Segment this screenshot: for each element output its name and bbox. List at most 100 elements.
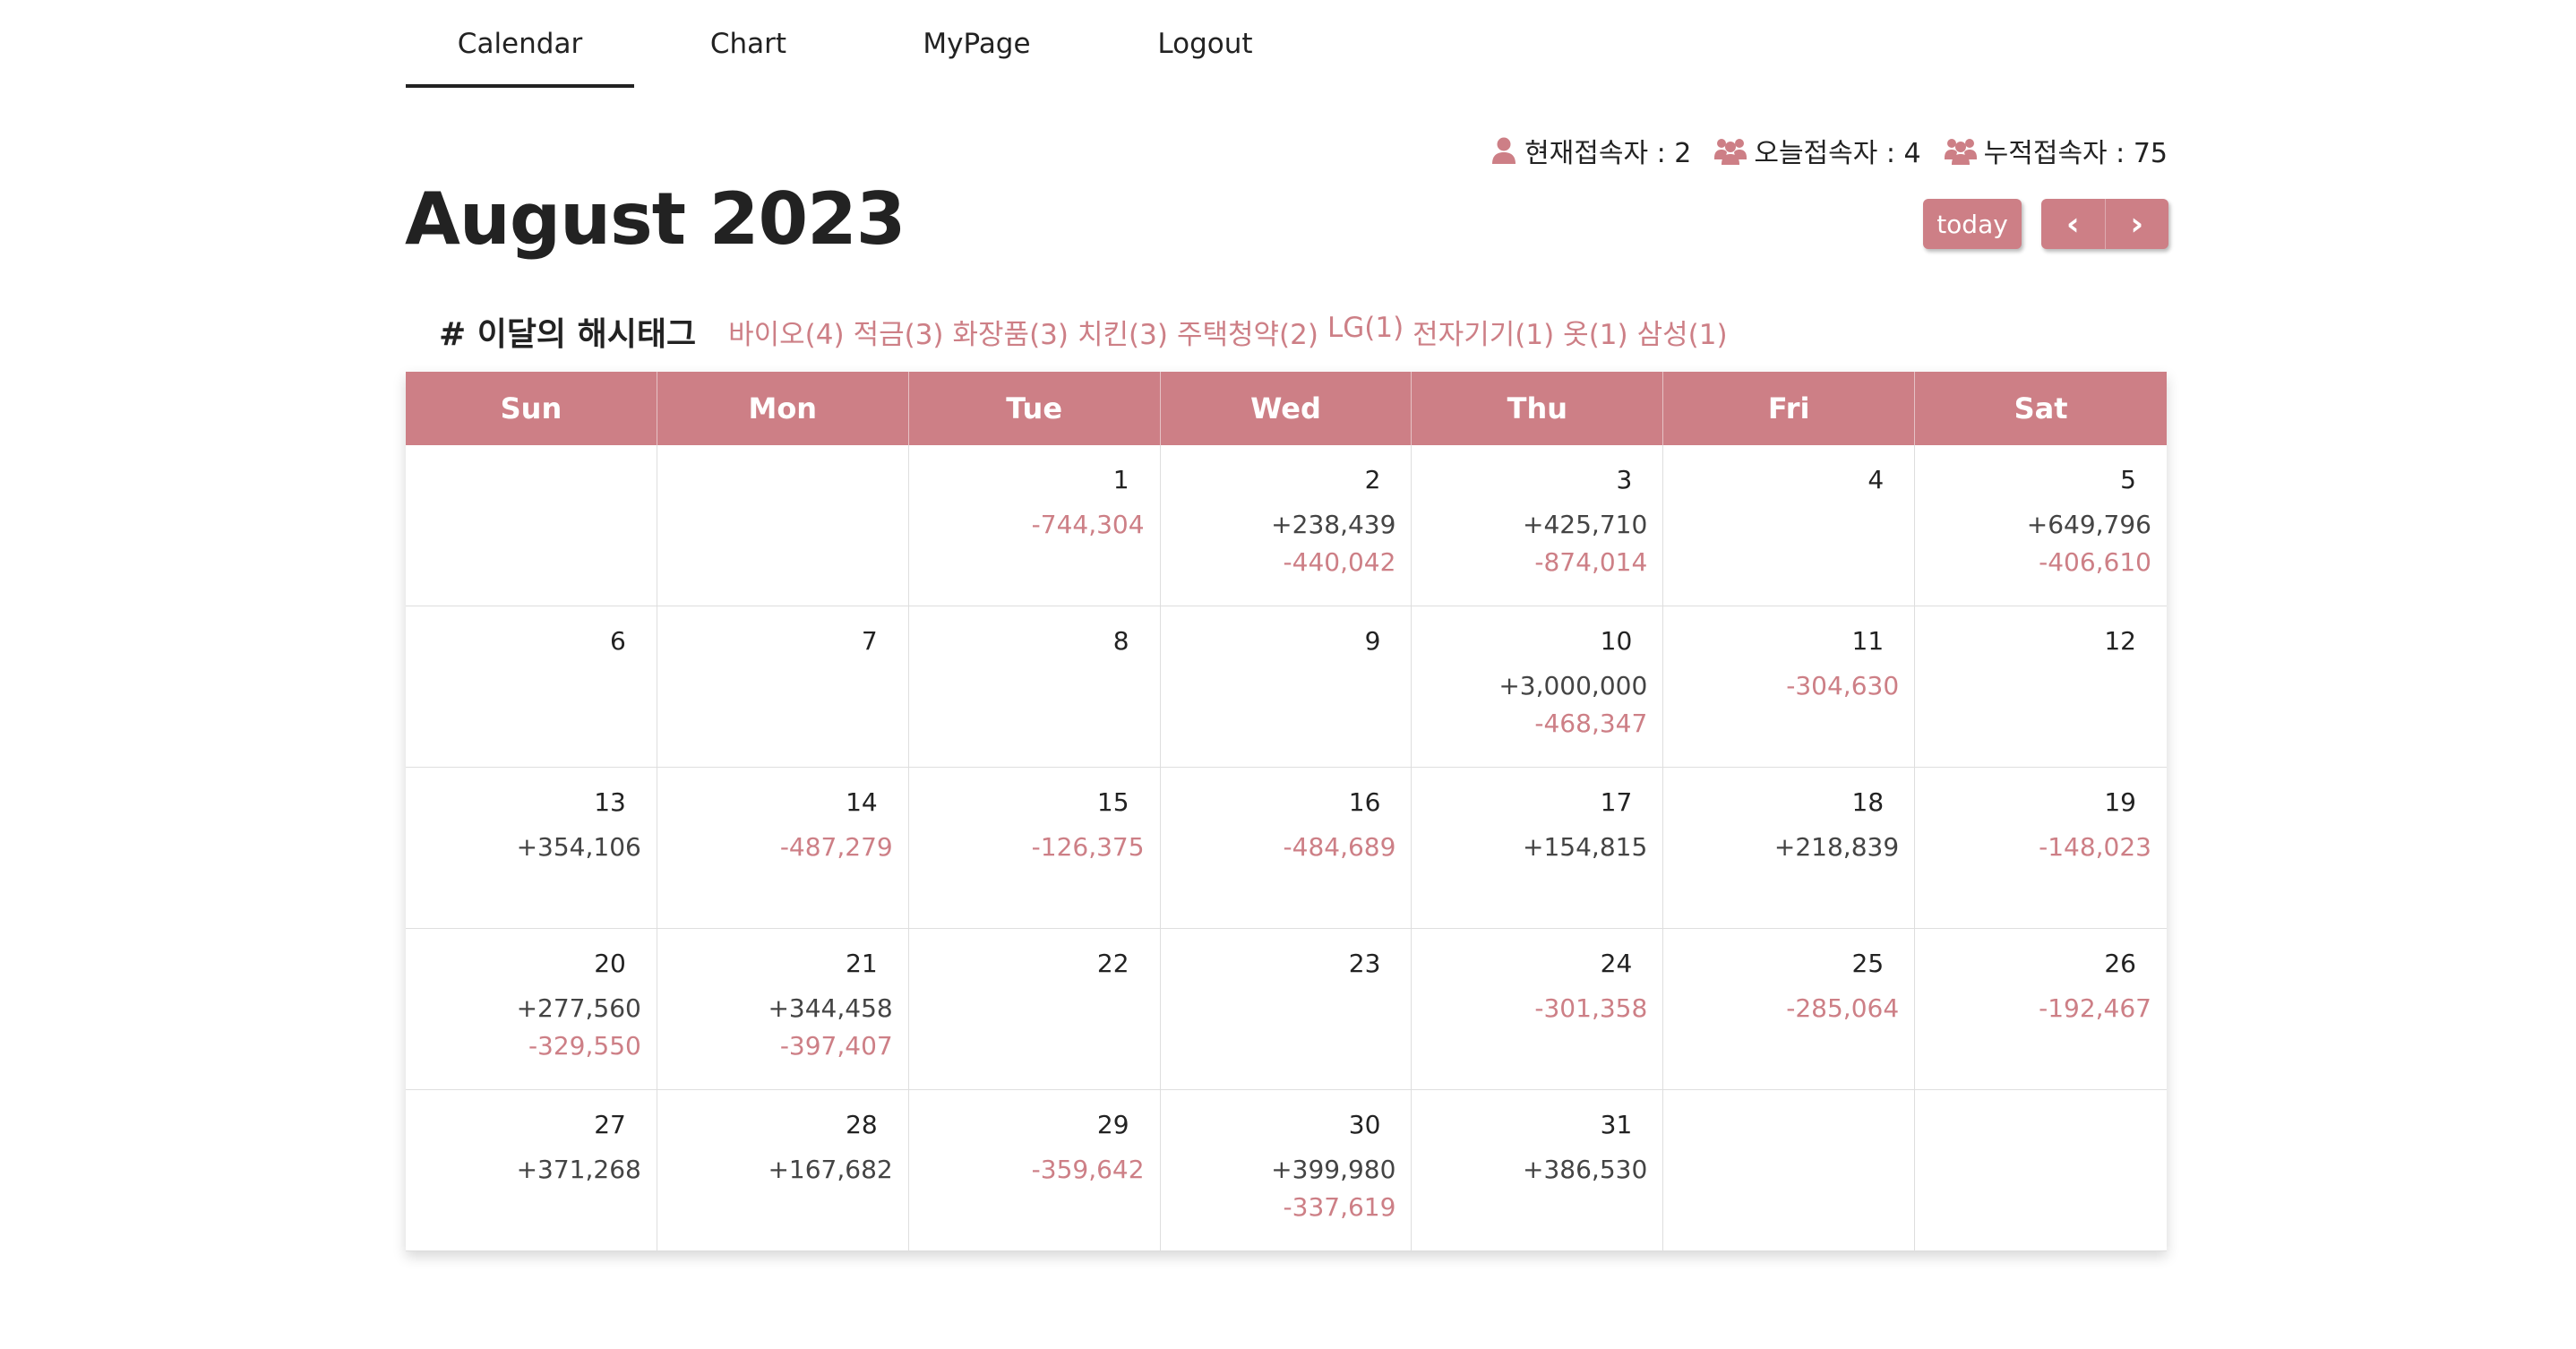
day-number: 15 [1096, 787, 1129, 817]
hashtag-item[interactable]: 화장품(3) [953, 312, 1069, 352]
day-number: 20 [594, 949, 626, 978]
calendar-day-cell[interactable]: 24 -301,358 [1412, 929, 1664, 1090]
expense-amount: -301,358 [1534, 993, 1648, 1023]
expense-amount: -440,042 [1283, 547, 1396, 577]
hashtag-label: # 이달의 해시태그 [439, 316, 697, 353]
calendar-day-cell[interactable]: 1 -744,304 [908, 445, 1161, 606]
calendar-day-cell[interactable]: 11 -304,630 [1663, 606, 1916, 768]
calendar-day-cell[interactable]: 20 +277,560 -329,550 [406, 929, 657, 1090]
income-amount: +238,439 [1271, 510, 1396, 539]
calendar-day-cell[interactable]: 26 -192,467 [1915, 929, 2167, 1090]
day-number: 28 [846, 1110, 878, 1139]
calendar-day-cell[interactable]: 16 -484,689 [1160, 768, 1413, 929]
nav-logout[interactable]: Logout [1091, 0, 1319, 88]
day-number: 22 [1096, 949, 1129, 978]
income-amount: +277,560 [516, 993, 641, 1023]
day-number: 17 [1600, 787, 1633, 817]
calendar-empty-cell [406, 445, 657, 606]
calendar-day-cell[interactable]: 30 +399,980 -337,619 [1160, 1090, 1413, 1251]
expense-amount: -337,619 [1283, 1192, 1396, 1222]
expense-amount: -192,467 [2039, 993, 2151, 1023]
calendar-day-cell[interactable]: 12 [1915, 606, 2167, 768]
calendar-day-cell[interactable]: 19 -148,023 [1915, 768, 2167, 929]
day-number: 24 [1600, 949, 1633, 978]
calendar-day-cell[interactable]: 31 +386,530 [1412, 1090, 1664, 1251]
income-amount: +218,839 [1773, 832, 1900, 862]
calendar-day-cell[interactable]: 4 [1663, 445, 1916, 606]
current-visitors-text: 현재접속자 : 2 [1524, 138, 1692, 169]
nav-chart[interactable]: Chart [634, 0, 863, 88]
day-number: 21 [846, 949, 878, 978]
income-amount: +399,980 [1271, 1155, 1396, 1184]
calendar-day-cell[interactable]: 3 +425,710 -874,014 [1412, 445, 1664, 606]
hashtag-item[interactable]: 치킨(3) [1078, 312, 1168, 352]
hashtag-item[interactable]: 옷(1) [1563, 312, 1627, 352]
calendar-day-cell[interactable]: 28 +167,682 [657, 1090, 909, 1251]
calendar-grid: 1 -744,304 2 +238,439 -440,042 3 +425,710 -874,… [406, 445, 2167, 1251]
weekday-fri: Fri [1663, 372, 1916, 445]
income-amount: +425,710 [1523, 510, 1648, 539]
expense-amount: -148,023 [2039, 832, 2151, 862]
calendar-day-cell[interactable]: 22 [908, 929, 1161, 1090]
nav-mypage[interactable]: MyPage [863, 0, 1091, 88]
day-number: 3 [1616, 465, 1633, 494]
expense-amount: -285,064 [1786, 993, 1900, 1023]
calendar-day-cell[interactable]: 23 [1160, 929, 1413, 1090]
calendar-day-cell[interactable]: 13 +354,106 [406, 768, 657, 929]
hashtag-item[interactable]: 전자기기(1) [1413, 312, 1554, 352]
calendar-day-cell[interactable]: 10 +3,000,000 -468,347 [1412, 606, 1664, 768]
day-number: 27 [594, 1110, 626, 1139]
hashtag-item[interactable]: 주택청약(2) [1177, 312, 1318, 352]
person-icon [1490, 136, 1517, 165]
hashtag-item[interactable]: LG(1) [1327, 312, 1404, 352]
calendar-day-cell[interactable]: 25 -285,064 [1663, 929, 1916, 1090]
day-number: 30 [1348, 1110, 1381, 1139]
day-number: 29 [1096, 1110, 1129, 1139]
calendar-empty-cell [657, 445, 909, 606]
calendar-day-cell[interactable]: 17 +154,815 [1412, 768, 1664, 929]
calendar-empty-cell [1915, 1090, 2167, 1251]
calendar-day-cell[interactable]: 29 -359,642 [908, 1090, 1161, 1251]
total-visitors: 누적접속자 : 75 [1944, 131, 2168, 170]
expense-amount: -874,014 [1534, 547, 1648, 577]
calendar-day-cell[interactable]: 2 +238,439 -440,042 [1160, 445, 1413, 606]
expense-amount: -468,347 [1534, 709, 1648, 738]
current-visitors: 현재접속자 : 2 [1490, 131, 1691, 170]
income-amount: +154,815 [1523, 832, 1648, 862]
calendar-day-cell[interactable]: 6 [406, 606, 657, 768]
calendar-day-cell[interactable]: 5 +649,796 -406,610 [1915, 445, 2167, 606]
weekday-tue: Tue [909, 372, 1161, 445]
prev-month-button[interactable]: ‹ [2041, 199, 2105, 249]
nav-calendar[interactable]: Calendar [406, 0, 634, 88]
calendar-day-cell[interactable]: 15 -126,375 [908, 768, 1161, 929]
calendar-day-cell[interactable]: 8 [908, 606, 1161, 768]
calendar-day-cell[interactable]: 9 [1160, 606, 1413, 768]
day-number: 18 [1851, 787, 1885, 817]
hashtag-item[interactable]: 삼성(1) [1637, 312, 1728, 352]
expense-amount: -329,550 [528, 1031, 641, 1061]
people-group-icon [1714, 136, 1747, 165]
income-amount: +371,268 [516, 1155, 641, 1184]
calendar-day-cell[interactable]: 18 +218,839 [1663, 768, 1916, 929]
calendar-day-cell[interactable]: 7 [657, 606, 909, 768]
day-number: 19 [2104, 787, 2136, 817]
hashtag-item[interactable]: 적금(3) [854, 312, 944, 352]
calendar-day-cell[interactable]: 14 -487,279 [657, 768, 909, 929]
next-month-button[interactable]: › [2104, 199, 2169, 249]
expense-amount: -484,689 [1283, 832, 1396, 862]
day-number: 6 [610, 626, 626, 656]
expense-amount: -406,610 [2039, 547, 2151, 577]
weekday-thu: Thu [1412, 372, 1664, 445]
month-nav-group: ‹ › [2041, 199, 2168, 249]
hashtag-item[interactable]: 바이오(4) [728, 312, 844, 352]
day-number: 31 [1600, 1110, 1633, 1139]
visitor-stats: 현재접속자 : 2 오늘접속자 : 4 누적접속자: 75 [1490, 131, 2168, 170]
weekday-sun: Sun [406, 372, 657, 445]
income-amount: +649,796 [2026, 510, 2151, 539]
hashtag-bar: # 이달의 해시태그 바이오(4) 적금(3) 화장품(3) 치킨(3) 주택청… [439, 305, 1728, 358]
day-number: 8 [1112, 626, 1129, 656]
calendar-day-cell[interactable]: 21 +344,458 -397,407 [657, 929, 909, 1090]
today-button[interactable]: today [1923, 199, 2022, 249]
expense-amount: -397,407 [779, 1031, 893, 1061]
calendar-day-cell[interactable]: 27 +371,268 [406, 1090, 657, 1251]
